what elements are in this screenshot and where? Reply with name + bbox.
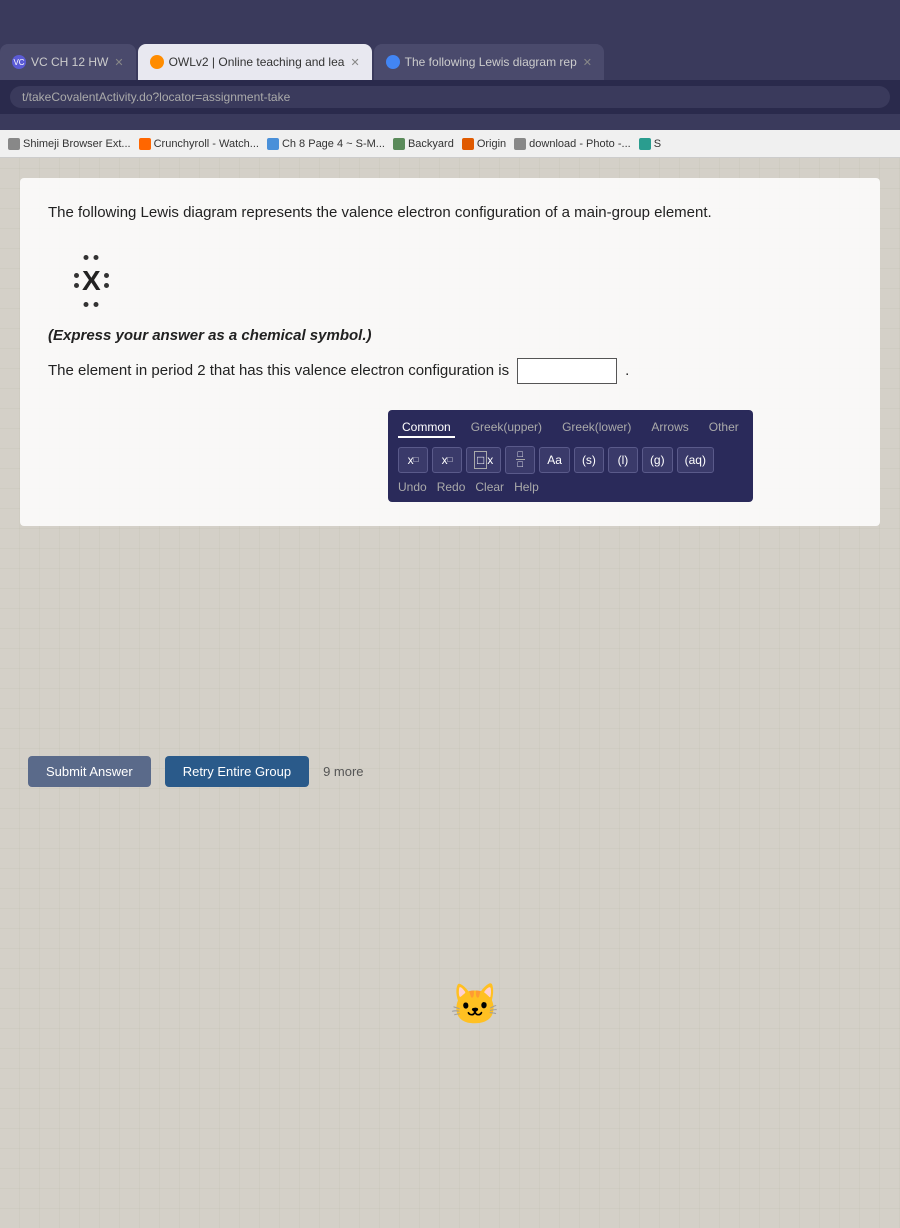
bookmark-ch8[interactable]: Ch 8 Page 4 ~ S-M... [267, 138, 385, 150]
element-question-text: The element in period 2 that has this va… [48, 362, 509, 379]
tab-close-owlv2[interactable]: ✕ [350, 56, 359, 69]
toolbar-tab-other[interactable]: Other [705, 418, 743, 438]
btn-fraction[interactable]: □ □ [505, 446, 535, 474]
answer-input-box[interactable] [517, 358, 617, 384]
btn-boxed-x[interactable]: □x [466, 447, 501, 473]
tab-icon-vc: VC [12, 55, 26, 69]
btn-liquid[interactable]: (l) [608, 447, 638, 473]
btn-superscript[interactable]: x□ [398, 447, 428, 473]
element-question-row: The element in period 2 that has this va… [48, 358, 852, 384]
bookmark-label-crunchyroll: Crunchyroll - Watch... [154, 138, 259, 150]
tab-lewis[interactable]: The following Lewis diagram rep ✕ [374, 44, 604, 80]
btn-undo[interactable]: Undo [398, 480, 427, 494]
dot-bottom-1 [84, 302, 89, 307]
btn-gas[interactable]: (g) [642, 447, 673, 473]
toolbar-popup: Common Greek(upper) Greek(lower) Arrows … [388, 410, 753, 502]
bookmark-shimeji[interactable]: Shimeji Browser Ext... [8, 138, 131, 150]
bookmark-label-s: S [654, 138, 661, 150]
element-symbol: X [82, 265, 101, 297]
period-dot: . [625, 362, 629, 379]
bookmark-download[interactable]: download - Photo -... [514, 138, 631, 150]
bookmarks-bar: Shimeji Browser Ext... Crunchyroll - Wat… [0, 130, 900, 158]
bookmark-icon-download [514, 138, 526, 150]
browser-chrome: VC VC CH 12 HW ✕ OWLv2 | Online teaching… [0, 0, 900, 130]
btn-subscript[interactable]: x□ [432, 447, 462, 473]
dot-right-1 [104, 273, 109, 278]
toolbar-buttons: x□ x□ □x □ □ Aa (s) (l) (g) (aq) [398, 446, 743, 474]
btn-solid[interactable]: (s) [574, 447, 604, 473]
tab-icon-google [386, 55, 400, 69]
toolbar-tab-greek-lower[interactable]: Greek(lower) [558, 418, 635, 438]
tab-ch12hw[interactable]: VC VC CH 12 HW ✕ [0, 44, 136, 80]
bookmark-backyard[interactable]: Backyard [393, 138, 454, 150]
toolbar-tab-arrows[interactable]: Arrows [647, 418, 692, 438]
bookmark-icon-s [639, 138, 651, 150]
bottom-actions: Submit Answer Retry Entire Group 9 more [28, 756, 364, 787]
tab-label-ch12hw: VC CH 12 HW [31, 55, 108, 69]
address-bar: t/takeCovalentActivity.do?locator=assign… [0, 80, 900, 114]
bookmark-icon-backyard [393, 138, 405, 150]
question-text: The following Lewis diagram represents t… [48, 202, 852, 225]
retry-group-button[interactable]: Retry Entire Group [165, 756, 309, 787]
dot-top-1 [84, 255, 89, 260]
question-container: The following Lewis diagram represents t… [20, 178, 880, 526]
tab-icon-owl [150, 55, 164, 69]
btn-aqueous[interactable]: (aq) [677, 447, 714, 473]
express-text: (Express your answer as a chemical symbo… [48, 327, 852, 344]
dot-right-2 [104, 283, 109, 288]
dot-bottom-2 [94, 302, 99, 307]
more-text: 9 more [323, 764, 363, 779]
btn-redo[interactable]: Redo [437, 480, 466, 494]
dot-top-2 [94, 255, 99, 260]
tab-owlv2[interactable]: OWLv2 | Online teaching and lea ✕ [138, 44, 372, 80]
bookmark-s[interactable]: S [639, 138, 661, 150]
toolbar-tabs: Common Greek(upper) Greek(lower) Arrows … [398, 418, 743, 438]
content-area: The following Lewis diagram represents t… [0, 158, 900, 1228]
bookmark-label-download: download - Photo -... [529, 138, 631, 150]
bookmark-icon-ch8 [267, 138, 279, 150]
bookmark-icon-shimeji [8, 138, 20, 150]
bookmark-label-backyard: Backyard [408, 138, 454, 150]
character-emoji: 🐱 [450, 981, 500, 1028]
btn-help[interactable]: Help [514, 480, 539, 494]
tab-label-lewis: The following Lewis diagram rep [405, 55, 577, 69]
toolbar-footer: Undo Redo Clear Help [398, 480, 743, 494]
bookmark-label-ch8: Ch 8 Page 4 ~ S-M... [282, 138, 385, 150]
tab-label-owlv2: OWLv2 | Online teaching and lea [169, 55, 345, 69]
btn-clear[interactable]: Clear [475, 480, 504, 494]
submit-answer-button[interactable]: Submit Answer [28, 756, 151, 787]
bookmark-origin[interactable]: Origin [462, 138, 506, 150]
bookmark-label-shimeji: Shimeji Browser Ext... [23, 138, 131, 150]
tab-bar: VC VC CH 12 HW ✕ OWLv2 | Online teaching… [0, 0, 900, 80]
toolbar-tab-common[interactable]: Common [398, 418, 455, 438]
tab-close-lewis[interactable]: ✕ [583, 56, 592, 69]
dot-left-2 [74, 283, 79, 288]
bookmark-icon-crunchyroll [139, 138, 151, 150]
bookmark-label-origin: Origin [477, 138, 506, 150]
toolbar-tab-greek-upper[interactable]: Greek(upper) [467, 418, 546, 438]
address-text[interactable]: t/takeCovalentActivity.do?locator=assign… [10, 86, 890, 108]
dot-left-1 [74, 273, 79, 278]
tab-close-ch12hw[interactable]: ✕ [114, 56, 123, 69]
bookmark-icon-origin [462, 138, 474, 150]
lewis-diagram: X [68, 255, 115, 307]
bookmark-crunchyroll[interactable]: Crunchyroll - Watch... [139, 138, 259, 150]
btn-aa[interactable]: Aa [539, 447, 570, 473]
